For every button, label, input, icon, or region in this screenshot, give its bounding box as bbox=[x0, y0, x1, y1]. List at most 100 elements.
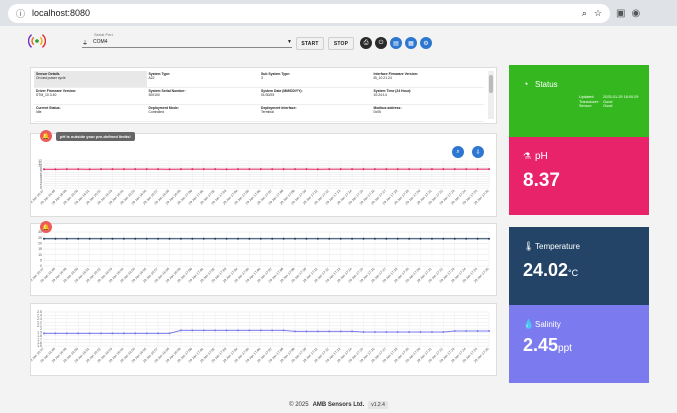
data-point[interactable] bbox=[430, 168, 433, 171]
data-point[interactable] bbox=[430, 237, 433, 240]
data-point[interactable] bbox=[88, 332, 91, 335]
address-bar[interactable]: ⓘ localhost:8080 ⌕ ☆ bbox=[8, 3, 610, 23]
data-point[interactable] bbox=[43, 332, 45, 335]
data-point[interactable] bbox=[157, 332, 160, 335]
data-point[interactable] bbox=[396, 237, 399, 240]
data-point[interactable] bbox=[339, 168, 342, 171]
stop-button[interactable]: STOP bbox=[328, 37, 354, 50]
data-point[interactable] bbox=[111, 332, 114, 335]
power-icon[interactable]: ⏻ bbox=[375, 37, 387, 49]
data-point[interactable] bbox=[179, 237, 182, 240]
data-point[interactable] bbox=[168, 332, 171, 335]
data-point[interactable] bbox=[214, 168, 217, 171]
data-point[interactable] bbox=[77, 332, 80, 335]
data-point[interactable] bbox=[225, 329, 228, 332]
data-point[interactable] bbox=[77, 237, 80, 240]
data-point[interactable] bbox=[168, 168, 171, 171]
zoom-icon[interactable]: ⌕ bbox=[452, 146, 464, 158]
data-point[interactable] bbox=[442, 237, 445, 240]
data-point[interactable] bbox=[100, 168, 103, 171]
data-point[interactable] bbox=[396, 331, 399, 334]
data-point[interactable] bbox=[476, 330, 479, 333]
data-point[interactable] bbox=[236, 168, 239, 171]
data-point[interactable] bbox=[88, 168, 91, 171]
extensions-icon[interactable]: ▣ bbox=[616, 8, 625, 19]
data-point[interactable] bbox=[385, 168, 388, 171]
zoom-icon[interactable]: ⌕ bbox=[582, 8, 587, 19]
data-point[interactable] bbox=[453, 168, 456, 171]
data-point[interactable] bbox=[271, 237, 274, 240]
data-point[interactable] bbox=[442, 168, 445, 171]
data-point[interactable] bbox=[488, 237, 490, 240]
temperature-alert-bell-icon[interactable]: 🔔 bbox=[40, 221, 52, 233]
alert-bell-icon[interactable]: 🔔 bbox=[40, 130, 52, 142]
data-point[interactable] bbox=[362, 331, 365, 334]
save-icon[interactable]: ▦ bbox=[405, 37, 417, 49]
data-point[interactable] bbox=[465, 330, 468, 333]
data-point[interactable] bbox=[134, 237, 137, 240]
data-point[interactable] bbox=[259, 237, 262, 240]
data-point[interactable] bbox=[430, 331, 433, 334]
data-point[interactable] bbox=[419, 168, 422, 171]
data-point[interactable] bbox=[282, 329, 285, 332]
data-point[interactable] bbox=[157, 168, 160, 171]
data-point[interactable] bbox=[100, 237, 103, 240]
data-point[interactable] bbox=[316, 330, 319, 333]
chart-export-icon[interactable]: ▤ bbox=[390, 37, 402, 49]
data-point[interactable] bbox=[294, 168, 297, 171]
data-point[interactable] bbox=[305, 168, 308, 171]
data-point[interactable] bbox=[191, 237, 194, 240]
data-point[interactable] bbox=[54, 237, 57, 240]
settings-gear-icon[interactable]: ⚙ bbox=[420, 37, 432, 49]
data-point[interactable] bbox=[328, 237, 331, 240]
data-point[interactable] bbox=[214, 237, 217, 240]
data-point[interactable] bbox=[442, 331, 445, 334]
data-point[interactable] bbox=[191, 329, 194, 332]
data-point[interactable] bbox=[145, 237, 148, 240]
data-point[interactable] bbox=[88, 237, 91, 240]
data-point[interactable] bbox=[339, 330, 342, 333]
data-point[interactable] bbox=[453, 237, 456, 240]
data-point[interactable] bbox=[316, 168, 319, 171]
profile-icon[interactable]: ◉ bbox=[631, 8, 640, 19]
data-point[interactable] bbox=[351, 330, 354, 333]
data-point[interactable] bbox=[351, 168, 354, 171]
data-point[interactable] bbox=[476, 168, 479, 171]
data-point[interactable] bbox=[408, 168, 411, 171]
data-point[interactable] bbox=[43, 168, 45, 171]
data-point[interactable] bbox=[43, 237, 45, 240]
data-point[interactable] bbox=[396, 168, 399, 171]
data-point[interactable] bbox=[453, 330, 456, 333]
data-point[interactable] bbox=[465, 237, 468, 240]
print-icon[interactable]: ⎙ bbox=[360, 37, 372, 49]
data-point[interactable] bbox=[351, 237, 354, 240]
data-point[interactable] bbox=[282, 168, 285, 171]
data-point[interactable] bbox=[54, 168, 57, 171]
data-point[interactable] bbox=[294, 330, 297, 333]
data-point[interactable] bbox=[328, 330, 331, 333]
data-point[interactable] bbox=[362, 168, 365, 171]
data-point[interactable] bbox=[248, 168, 251, 171]
data-point[interactable] bbox=[65, 237, 68, 240]
data-point[interactable] bbox=[259, 168, 262, 171]
data-point[interactable] bbox=[122, 168, 125, 171]
data-point[interactable] bbox=[179, 168, 182, 171]
data-point[interactable] bbox=[465, 168, 468, 171]
data-point[interactable] bbox=[179, 329, 182, 332]
data-point[interactable] bbox=[259, 329, 262, 332]
serial-port-select[interactable]: Serial Port ⏚ COM4 ▼ bbox=[82, 32, 292, 48]
data-point[interactable] bbox=[271, 329, 274, 332]
info-scrollbar[interactable] bbox=[488, 71, 494, 119]
data-point[interactable] bbox=[408, 237, 411, 240]
data-point[interactable] bbox=[385, 237, 388, 240]
data-point[interactable] bbox=[122, 332, 125, 335]
data-point[interactable] bbox=[385, 331, 388, 334]
data-point[interactable] bbox=[271, 168, 274, 171]
data-point[interactable] bbox=[373, 331, 376, 334]
data-point[interactable] bbox=[488, 330, 490, 333]
data-point[interactable] bbox=[476, 237, 479, 240]
data-point[interactable] bbox=[65, 332, 68, 335]
data-point[interactable] bbox=[111, 237, 114, 240]
data-point[interactable] bbox=[122, 237, 125, 240]
data-point[interactable] bbox=[305, 330, 308, 333]
